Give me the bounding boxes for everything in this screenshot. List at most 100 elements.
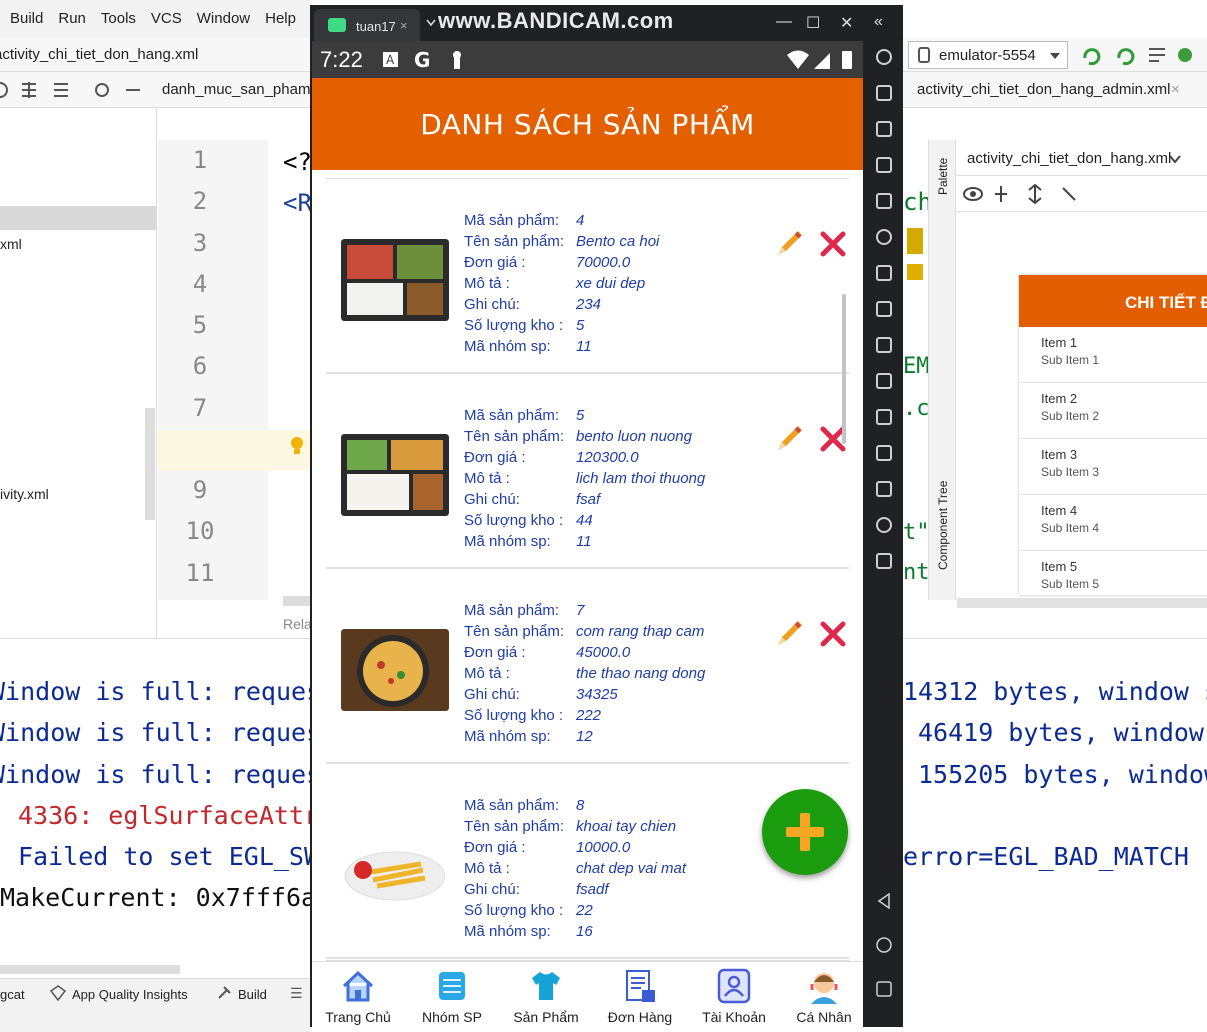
preview-item-title: Item 1 (1041, 335, 1078, 350)
layout-tab[interactable]: Rela (283, 616, 312, 632)
menu-help[interactable]: Help (255, 0, 301, 27)
editor-tab-admin[interactable]: activity_chi_tiet_don_hang_admin.xml (917, 81, 1170, 98)
pin-icon[interactable] (876, 517, 892, 533)
line-number: 3 (192, 229, 208, 257)
design-hscroll[interactable] (957, 598, 1207, 608)
folder-icon[interactable] (876, 481, 892, 497)
field-value-mota: xe dui dep (576, 275, 646, 292)
nav-home[interactable]: Trang Chủ (312, 962, 404, 1027)
build-tab[interactable]: Build (238, 987, 267, 1002)
tree-scrollbar[interactable] (145, 408, 155, 520)
field-label: Mã nhóm sp: (464, 923, 551, 940)
edit-pencil-icon[interactable] (774, 617, 806, 649)
design-file-selector[interactable]: activity_chi_tiet_don_hang.xml (957, 140, 1207, 176)
nav-products[interactable]: Sản Phẩm (500, 962, 592, 1027)
nav-groups-label: Nhóm SP (422, 1009, 482, 1025)
collapse-icon[interactable]: « (874, 13, 883, 31)
screenshot-icon[interactable] (876, 193, 892, 209)
layout-preview: CHI TIẾT ĐƠ Item 1 Sub Item 1 Item 2 Sub I… (1019, 275, 1207, 595)
nav-account[interactable]: Tài Khoản (688, 962, 780, 1027)
field-row-soluong: Số lượng kho : 22 (464, 902, 686, 923)
add-product-button[interactable] (762, 789, 848, 875)
nav-personal[interactable]: Cá Nhân (778, 962, 863, 1027)
breadcrumb: activity_chi_tiet_don_hang.xml (0, 38, 310, 72)
preview-item: Item 2 Sub Item 2 (1019, 383, 1207, 439)
nav-account-label: Tài Khoản (702, 1009, 766, 1025)
camera-icon[interactable] (876, 373, 892, 389)
delete-icon[interactable] (818, 229, 848, 259)
field-value-nhom: 11 (576, 533, 592, 550)
copy-icon[interactable] (876, 553, 892, 569)
volume-up-icon[interactable] (876, 121, 892, 137)
close-tab-icon[interactable]: × (400, 18, 408, 33)
product-image (341, 824, 449, 906)
field-label: Ghi chú: (464, 491, 520, 508)
nav-groups[interactable]: Nhóm SP (406, 962, 498, 1027)
maximize-icon[interactable]: ☐ (806, 13, 820, 33)
field-value-ten: khoai tay chien (576, 818, 677, 835)
power-icon[interactable] (876, 49, 892, 65)
field-value-mota: chat dep vai mat (576, 860, 687, 877)
edit-pencil-icon[interactable] (774, 227, 806, 259)
design-file-name: activity_chi_tiet_don_hang.xml (967, 150, 1172, 167)
open-file-title[interactable]: activity_chi_tiet_don_hang.xml (0, 46, 198, 63)
apk-icon[interactable] (876, 301, 892, 317)
volume-down-icon[interactable] (876, 157, 892, 173)
selected-tree-row[interactable] (0, 206, 157, 230)
project-toolbar-icons[interactable] (0, 81, 144, 99)
field-label: Tên sản phẩm: (464, 428, 565, 445)
code-fragment: .c (903, 396, 930, 421)
palette-label[interactable]: Palette (936, 158, 950, 195)
list-scrollbar[interactable] (842, 294, 846, 444)
emulator-tab[interactable]: tuan17 × (314, 9, 420, 41)
nav-orders[interactable]: Đơn Hàng (594, 962, 686, 1027)
tree-item[interactable]: xml (0, 236, 22, 252)
menu-bar: Build Run Tools VCS Window Help (0, 0, 310, 38)
list-icon[interactable]: ☰ (290, 985, 303, 1002)
preview-item-sub: Sub Item 2 (1041, 409, 1100, 423)
field-value-ten: Bento ca hoi (576, 233, 660, 250)
device-selector[interactable]: emulator-5554 (908, 41, 1068, 69)
component-tree-label[interactable]: Component Tree (936, 481, 950, 570)
edit-pencil-icon[interactable] (774, 422, 806, 454)
device-icon[interactable] (876, 445, 892, 461)
overview-icon[interactable] (876, 981, 892, 997)
logcat-tab[interactable]: gcat (0, 987, 25, 1002)
menu-run[interactable]: Run (48, 0, 91, 27)
chevron-down-icon[interactable] (426, 19, 436, 26)
phone-icon (918, 47, 930, 63)
editor-tab-danh-muc[interactable]: danh_muc_san_pham.x (162, 81, 322, 98)
location-icon[interactable] (876, 229, 892, 245)
minimize-icon[interactable]: — (776, 13, 792, 31)
rotate-icon[interactable] (876, 265, 892, 281)
close-icon[interactable]: ✕ (840, 13, 853, 33)
editor-hscroll[interactable] (283, 596, 310, 606)
console-line: Window is full: reques (0, 677, 322, 706)
home-circle-icon[interactable] (876, 937, 892, 953)
run-toolbar-icons[interactable] (1081, 44, 1201, 66)
menu-vcs[interactable]: VCS (141, 0, 187, 27)
line-number: 6 (192, 352, 208, 380)
menu-window[interactable]: Window (187, 0, 255, 27)
product-card[interactable]: Mã sản phẩm: 7 Tên sản phẩm: com rang thap … (326, 569, 849, 764)
close-tab-icon[interactable]: × (1171, 81, 1180, 98)
console-line: 155205 bytes, window (918, 760, 1207, 789)
menu-build[interactable]: Build (0, 0, 48, 27)
back-icon[interactable] (876, 893, 892, 909)
design-tool-icons[interactable] (963, 184, 1083, 204)
product-card[interactable]: Mã sản phẩm: 5 Tên sản phẩm: bento luon nuo… (326, 374, 849, 569)
product-card[interactable]: Mã sản phẩm: 4 Tên sản phẩm: Bento ca hoi Đơ… (326, 179, 849, 374)
color-swatch (907, 228, 923, 254)
keyboard-icon[interactable] (876, 85, 892, 101)
app-quality-tab[interactable]: App Quality Insights (72, 987, 188, 1002)
menu-tools[interactable]: Tools (91, 0, 141, 27)
cut-icon[interactable] (876, 337, 892, 353)
field-row-soluong: Số lượng kho : 222 (464, 707, 705, 728)
line-number: 9 (192, 476, 208, 504)
snapshot-icon[interactable] (876, 409, 892, 425)
console-hscroll[interactable] (0, 965, 180, 974)
tree-item[interactable]: ivity.xml (0, 486, 49, 502)
console-line: Failed to set EGL_SW (18, 842, 320, 871)
delete-icon[interactable] (818, 619, 848, 649)
lightbulb-icon[interactable] (290, 436, 304, 456)
